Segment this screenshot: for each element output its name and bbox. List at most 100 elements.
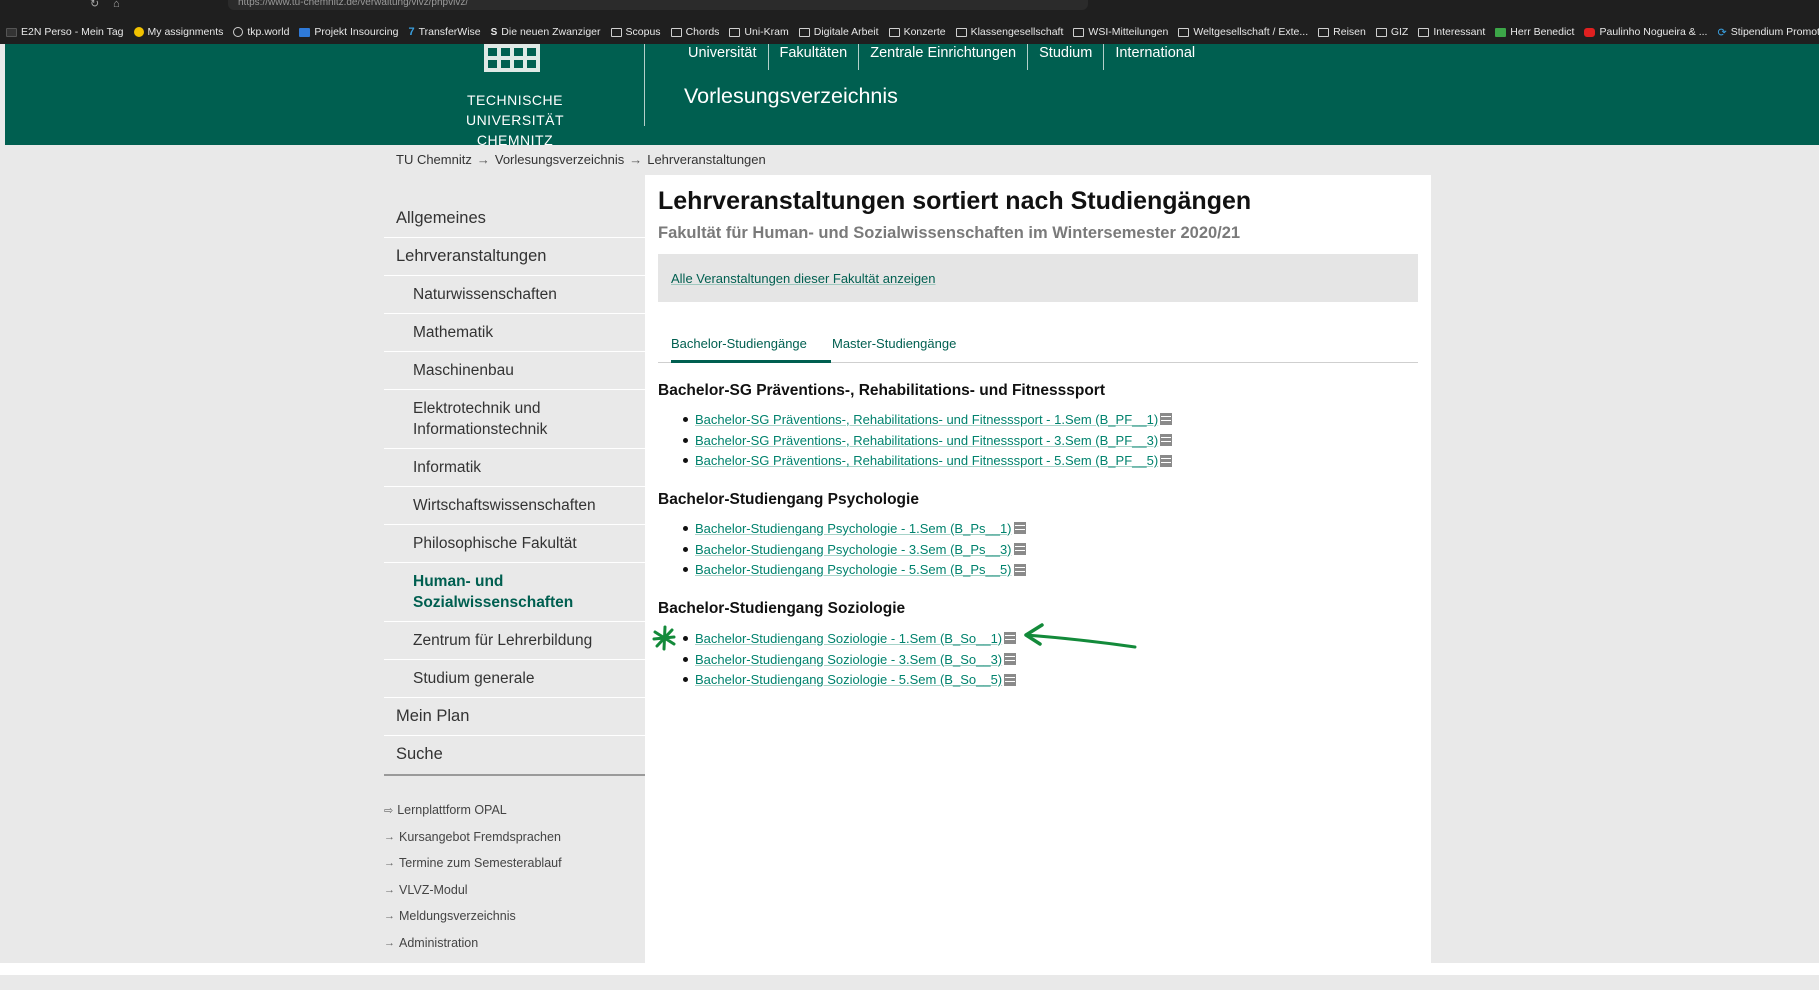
- calendar-icon[interactable]: [1004, 673, 1017, 686]
- header-divider: [644, 44, 645, 126]
- calendar-icon[interactable]: [1160, 454, 1173, 467]
- bookmarks-bar: E2N Perso - Mein Tag My assignments tkp.…: [0, 20, 1819, 44]
- list-item: Bachelor-SG Präventions-, Rehabilitation…: [683, 409, 1173, 430]
- sidebar-subitem[interactable]: Maschinenbau: [384, 352, 645, 390]
- course-link[interactable]: Bachelor-Studiengang Psychologie - 5.Sem…: [695, 562, 1012, 577]
- bookmark-item[interactable]: Paulinho Nogueira & ...: [1584, 26, 1707, 38]
- sidebar-link[interactable]: → Meldungsverzeichnis: [384, 903, 562, 930]
- sidebar-navigation: Allgemeines Lehrveranstaltungen Naturwis…: [384, 200, 645, 773]
- s-icon: S: [490, 26, 498, 38]
- sidebar-subitem[interactable]: Zentrum für Lehrerbildung: [384, 622, 645, 660]
- bullet-icon: [683, 567, 688, 573]
- tab-bachelor[interactable]: Bachelor-Studiengänge: [671, 336, 831, 363]
- topnav-international[interactable]: International: [1104, 44, 1206, 70]
- folder-icon: [670, 27, 682, 37]
- sidebar-link[interactable]: → Administration: [384, 930, 562, 957]
- sidebar-subitem[interactable]: Mathematik: [384, 314, 645, 352]
- home-icon[interactable]: ⌂: [113, 0, 120, 10]
- address-bar[interactable]: https://www.tu-chemnitz.de/verwaltung/vl…: [228, 0, 1088, 10]
- sidebar-subitem[interactable]: Philosophische Fakultät: [384, 525, 645, 563]
- bookmark-item[interactable]: ⟳Stipendium Promotion: [1717, 26, 1819, 39]
- sidebar-link[interactable]: → Kursangebot Fremdsprachen: [384, 824, 562, 851]
- bookmark-item[interactable]: WSI-Mitteilungen: [1073, 26, 1168, 38]
- list-item: Bachelor-Studiengang Soziologie - 5.Sem …: [683, 669, 1017, 690]
- program-tabs: Bachelor-Studiengänge Master-Studiengäng…: [658, 324, 1418, 363]
- course-link[interactable]: Bachelor-Studiengang Psychologie - 1.Sem…: [695, 521, 1012, 536]
- calendar-icon[interactable]: [1160, 434, 1173, 447]
- bookmark-item[interactable]: Herr Benedict: [1495, 26, 1574, 38]
- sidebar-item-lehrveranstaltungen[interactable]: Lehrveranstaltungen: [384, 238, 645, 276]
- footer-divider: [0, 963, 1819, 975]
- bookmark-item[interactable]: Interessant: [1418, 26, 1485, 38]
- calendar-icon[interactable]: [1013, 522, 1026, 535]
- bookmark-item[interactable]: Klassengesellschaft: [955, 26, 1063, 38]
- sidebar-item-mein-plan[interactable]: Mein Plan: [384, 698, 645, 736]
- course-list: Bachelor-SG Präventions-, Rehabilitation…: [683, 409, 1173, 471]
- bookmark-item[interactable]: E2N Perso - Mein Tag: [6, 26, 124, 38]
- arrow-right-icon: →: [384, 883, 395, 896]
- link-icon: ⟳: [1717, 26, 1727, 39]
- bookmark-item[interactable]: Konzerte: [888, 26, 946, 38]
- list-item: Bachelor-Studiengang Psychologie - 5.Sem…: [683, 559, 1026, 580]
- transferwise-icon: 7: [408, 26, 415, 38]
- course-link[interactable]: Bachelor-SG Präventions-, Rehabilitation…: [695, 412, 1158, 427]
- bookmark-item[interactable]: tkp.world: [233, 26, 289, 38]
- footer: [5, 975, 1819, 990]
- sidebar-divider: [384, 774, 645, 776]
- all-courses-link[interactable]: Alle Veranstaltungen dieser Fakultät anz…: [671, 271, 936, 286]
- university-name[interactable]: TECHNISCHE UNIVERSITÄT CHEMNITZ: [425, 90, 605, 150]
- folder-icon: [1418, 27, 1430, 37]
- topnav-zentrale-einrichtungen[interactable]: Zentrale Einrichtungen: [859, 44, 1029, 70]
- course-link[interactable]: Bachelor-SG Präventions-, Rehabilitation…: [695, 453, 1158, 468]
- yellow-icon: [133, 27, 144, 37]
- course-link[interactable]: Bachelor-Studiengang Psychologie - 3.Sem…: [695, 542, 1012, 557]
- calendar-icon[interactable]: [1013, 543, 1026, 556]
- sidebar-link[interactable]: → Termine zum Semesterablauf: [384, 850, 562, 877]
- bookmark-item[interactable]: Reisen: [1318, 26, 1366, 38]
- bullet-icon: [683, 437, 688, 443]
- site-title[interactable]: Vorlesungsverzeichnis: [684, 84, 898, 109]
- sidebar-subitem-active[interactable]: Human- und Sozialwissenschaften: [384, 563, 645, 622]
- sidebar-item-allgemeines[interactable]: Allgemeines: [384, 200, 645, 238]
- sidebar-subitem[interactable]: Wirtschaftswissenschaften: [384, 487, 645, 525]
- bookmark-item[interactable]: GIZ: [1375, 26, 1408, 38]
- sidebar-subitem[interactable]: Informatik: [384, 449, 645, 487]
- topnav-fakultaeten[interactable]: Fakultäten: [769, 44, 860, 70]
- sidebar-subitem[interactable]: Naturwissenschaften: [384, 276, 645, 314]
- bookmark-item[interactable]: S Die neuen Zwanziger: [491, 26, 601, 38]
- calendar-icon[interactable]: [1160, 413, 1173, 426]
- reload-icon[interactable]: ↻: [90, 0, 99, 10]
- folder-icon: [1318, 27, 1330, 37]
- course-link[interactable]: Bachelor-SG Präventions-, Rehabilitation…: [695, 433, 1158, 448]
- course-list: Bachelor-Studiengang Soziologie - 1.Sem …: [683, 628, 1017, 690]
- course-link[interactable]: Bachelor-Studiengang Soziologie - 5.Sem …: [695, 672, 1002, 687]
- breadcrumb-item[interactable]: TU Chemnitz: [396, 152, 472, 167]
- bookmark-item[interactable]: Scopus: [610, 26, 661, 38]
- bookmark-item[interactable]: Uni-Kram: [729, 26, 789, 38]
- calendar-icon[interactable]: [1004, 632, 1017, 645]
- arrow-right-icon: →: [384, 830, 395, 843]
- sidebar-link[interactable]: → VLVZ-Modul: [384, 877, 562, 904]
- sidebar-subitem[interactable]: Elektrotechnik und Informationstechnik: [384, 390, 645, 449]
- topnav-studium[interactable]: Studium: [1028, 44, 1105, 70]
- bookmark-item[interactable]: My assignments: [133, 26, 223, 38]
- list-item: Bachelor-Studiengang Soziologie - 3.Sem …: [683, 649, 1017, 670]
- bookmark-item[interactable]: Chords: [670, 26, 719, 38]
- course-link[interactable]: Bachelor-Studiengang Soziologie - 3.Sem …: [695, 652, 1002, 667]
- breadcrumb-item[interactable]: Vorlesungsverzeichnis: [495, 152, 624, 167]
- topnav-universitaet[interactable]: Universität: [684, 44, 769, 70]
- tu-logo-icon[interactable]: [484, 44, 540, 76]
- sidebar-item-suche[interactable]: Suche: [384, 736, 645, 773]
- bookmark-item[interactable]: Weltgesellschaft / Exte...: [1178, 26, 1308, 38]
- bookmark-item[interactable]: Projekt Insourcing: [299, 26, 398, 38]
- bookmark-item[interactable]: Digitale Arbeit: [798, 26, 879, 38]
- course-link[interactable]: Bachelor-Studiengang Soziologie - 1.Sem …: [695, 631, 1002, 646]
- calendar-icon[interactable]: [1004, 653, 1017, 666]
- folder-icon: [955, 27, 967, 37]
- sidebar-link[interactable]: ⇨ Lernplattform OPAL: [384, 797, 562, 824]
- folder-icon: [1375, 27, 1387, 37]
- bookmark-item[interactable]: 7 TransferWise: [408, 26, 480, 38]
- sidebar-subitem[interactable]: Studium generale: [384, 660, 645, 698]
- tab-master[interactable]: Master-Studiengänge: [832, 336, 956, 363]
- calendar-icon[interactable]: [1013, 563, 1026, 576]
